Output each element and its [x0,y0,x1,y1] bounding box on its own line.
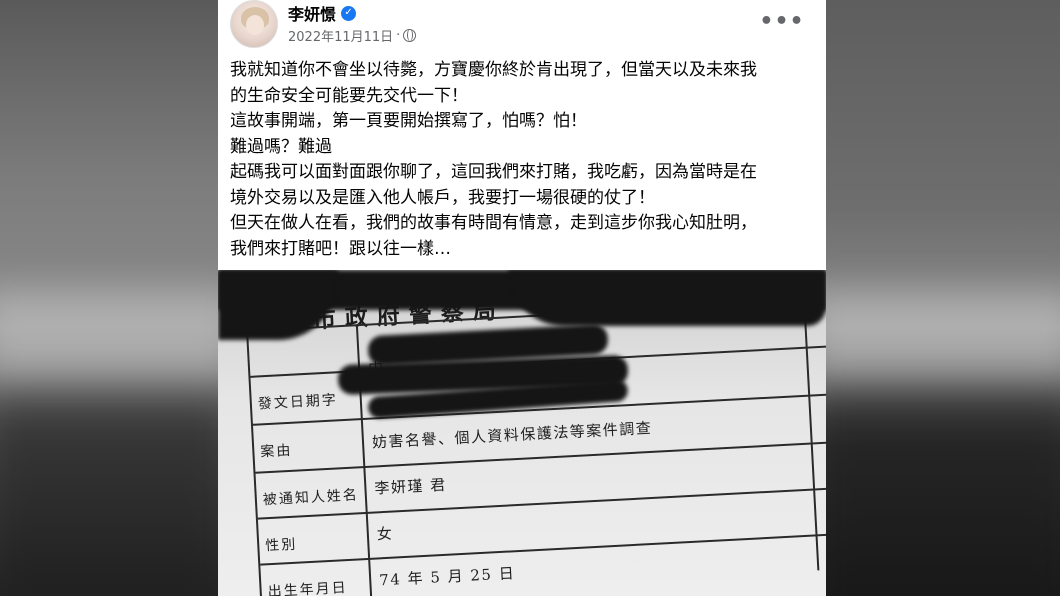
author-name[interactable]: 李妍憬 ✓ [288,1,357,25]
globe-icon [403,29,417,42]
redaction-mark [508,270,826,326]
blurred-background-right [826,0,1060,596]
post-text-line: 但天在做人在看，我們的故事有時間有情意，走到這步你我心知肚明， [230,213,757,233]
document-label-gender: 性別 [264,536,298,555]
post-text-line: 我就知道你不會坐以待斃，方寶慶你終於肯出現了，但當天以及未來我 [230,60,757,80]
blurred-background-left [0,0,218,596]
post-text-line: 起碼我可以面對面跟你聊了，這回我們來打賭，我吃虧，因為當時是在 [230,162,757,182]
post-photo[interactable]: 臺北市政府警察局 發文日期字 中 案由 妨害名譽、個人資料保護法等案件調查 被通… [218,270,826,596]
more-options-icon: ••• [759,8,805,34]
meta-separator: · [396,28,401,43]
facebook-post: 李妍憬 ✓ 2022年11月11日 · ••• 我就知道你不會坐以待斃，方寶慶你… [218,0,826,596]
document-label-case: 案由 [260,442,293,461]
document-value-birthdate: 74 年 5 月 25 日 [378,564,516,590]
document-value-case: 妨害名譽、個人資料保護法等案件調查 [371,418,653,452]
verified-badge-icon: ✓ [341,5,357,21]
post-text: 我就知道你不會坐以待斃，方寶慶你終於肯出現了，但當天以及未來我 的生命安全可能要… [230,58,820,262]
post-text-line: 的生命安全可能要先交代一下！ [230,85,468,106]
document-label-name: 被通知人姓名 [262,487,360,509]
more-options-button[interactable]: ••• [759,6,803,36]
post-date[interactable]: 2022年11月11日 [288,26,393,45]
post-text-line: 我們來打賭吧！跟以往一樣… [230,238,451,259]
author-name-label[interactable]: 李妍憬 [288,1,336,25]
police-document: 臺北市政府警察局 發文日期字 中 案由 妨害名譽、個人資料保護法等案件調查 被通… [218,270,826,596]
post-text-line: 這故事開端，第一頁要開始撰寫了，怕嗎？怕！ [230,111,587,131]
post-header: 李妍憬 ✓ 2022年11月11日 · ••• [218,0,826,50]
document-label-date: 發文日期字 [257,392,339,413]
document-value-gender: 女 [376,524,394,544]
document-label-birthdate: 出生年月日 [267,580,349,596]
post-meta: 2022年11月11日 · [288,26,417,45]
document-value-name: 李妍瑾 君 [373,475,448,498]
avatar[interactable] [230,0,278,48]
post-text-line: 難過嗎？難過 [230,136,332,157]
post-text-line: 境外交易以及是匯入他人帳戶，我要打一場很硬的仗了！ [230,187,655,208]
